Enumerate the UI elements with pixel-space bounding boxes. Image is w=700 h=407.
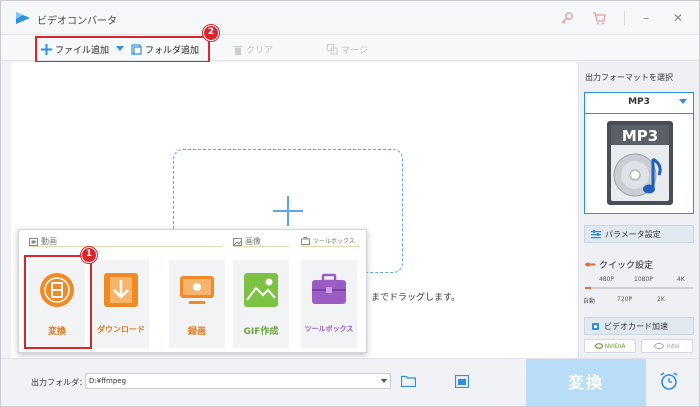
mp3-badge-text: MP3	[622, 127, 658, 145]
tick-480p: 480P	[599, 276, 615, 283]
download-icon	[104, 273, 138, 307]
quality-slider-fill	[585, 287, 591, 289]
video-section-icon	[29, 237, 38, 246]
gpu-chip-icon	[592, 322, 599, 330]
tile-gif[interactable]: GIF作成	[233, 260, 289, 348]
merge-icon	[327, 43, 338, 54]
tick-4k: 4K	[677, 276, 685, 283]
clear-button[interactable]: クリア	[233, 41, 273, 57]
tile-gif-label: GIF作成	[243, 327, 279, 337]
tick-720p: 720P	[617, 296, 633, 303]
tile-record[interactable]: 録画	[169, 260, 225, 348]
video-section-rule	[29, 246, 223, 247]
open-output-folder-icon[interactable]	[455, 375, 469, 388]
toolbox-icon	[312, 273, 346, 304]
step-badge-2: 2	[203, 25, 219, 41]
convert-highlight-frame	[24, 255, 92, 349]
convert-button[interactable]: 変換	[526, 359, 646, 406]
close-icon[interactable]: ✕	[669, 9, 687, 27]
gif-image-icon	[244, 273, 278, 307]
toolbox-section-label: ツールボックス	[313, 238, 355, 245]
toolbox-section-rule	[301, 246, 359, 247]
gpu-acceleration-label: ビデオカード加速	[604, 321, 668, 331]
trash-icon	[234, 45, 242, 55]
tile-download[interactable]: ダウンロード	[93, 260, 149, 348]
image-section-icon	[233, 237, 242, 246]
quick-settings-header: クイック設定	[585, 258, 653, 271]
sliders-icon	[591, 229, 601, 238]
alarm-clock-icon[interactable]	[659, 371, 679, 391]
intel-toggle[interactable]: Intel	[641, 339, 693, 353]
parameter-settings-label: パラメータ設定	[605, 229, 661, 239]
intel-label: Intel	[666, 342, 680, 350]
step-badge-1: 1	[81, 247, 97, 263]
add-plus-icon[interactable]	[273, 196, 303, 226]
drop-hint-text: までドラッグします。	[371, 293, 461, 303]
clear-label: クリア	[246, 45, 274, 56]
screen-record-icon	[180, 276, 214, 304]
nvidia-toggle[interactable]: NVIDIA	[584, 339, 636, 353]
merge-button[interactable]: マージ	[327, 41, 368, 57]
image-section-rule	[233, 246, 289, 247]
merge-label: マージ	[341, 45, 368, 56]
quick-settings-label: クイック設定	[599, 261, 654, 271]
quick-settings-icon	[585, 262, 595, 267]
tile-toolbox[interactable]: ツールボックス	[301, 260, 357, 348]
mp3-disc-icon: MP3	[607, 121, 673, 205]
titlebar-divider	[624, 11, 625, 25]
tick-1080p: 1080P	[634, 276, 653, 283]
format-separator	[585, 113, 693, 114]
format-dropdown-icon[interactable]	[679, 99, 687, 104]
intel-logo-icon	[654, 343, 665, 349]
minimize-icon[interactable]: –	[637, 9, 655, 27]
parameter-settings-button[interactable]: パラメータ設定	[584, 225, 694, 243]
title-bar: ビデオコンバータ – ✕	[1, 1, 699, 35]
tick-2k: 2K	[657, 296, 665, 303]
output-folder-input[interactable]	[85, 373, 391, 389]
gpu-acceleration-button[interactable]: ビデオカード加速	[584, 317, 694, 335]
tile-toolbox-label: ツールボックス	[304, 325, 354, 333]
tile-download-label: ダウンロード	[97, 325, 145, 334]
toolbar-highlight-frame	[35, 36, 210, 63]
cart-icon[interactable]	[591, 10, 607, 26]
tick-auto: 自動	[583, 298, 596, 305]
quality-slider[interactable]	[585, 287, 693, 289]
output-folder-label: 出力フォルダ：	[31, 378, 87, 387]
output-folder-dropdown-icon[interactable]	[381, 379, 387, 383]
tile-record-label: 録画	[187, 327, 206, 337]
bottom-bar: 出力フォルダ： 変換	[1, 358, 699, 406]
toolbox-section-icon	[301, 236, 310, 245]
key-icon[interactable]	[559, 10, 575, 26]
nvidia-label: NVIDIA	[604, 342, 626, 350]
output-format-selector[interactable]: MP3 MP3	[584, 92, 694, 214]
output-format-name: MP3	[628, 97, 650, 107]
output-format-title: 出力フォーマットを選択	[585, 73, 673, 82]
app-title: ビデオコンバータ	[37, 16, 117, 27]
browse-folder-icon[interactable]	[401, 375, 416, 387]
toolbox-section-header: ツールボックス	[301, 236, 355, 245]
app-window: ビデオコンバータ – ✕ ファイル追加 フォルダ追加 クリア マージ 2 までド…	[0, 0, 700, 407]
app-logo-icon	[16, 12, 30, 24]
output-settings-panel: 出力フォーマットを選択 MP3 MP3 パラメータ設定 クイック設定 480P …	[578, 62, 699, 358]
nvidia-logo-icon	[594, 343, 603, 349]
